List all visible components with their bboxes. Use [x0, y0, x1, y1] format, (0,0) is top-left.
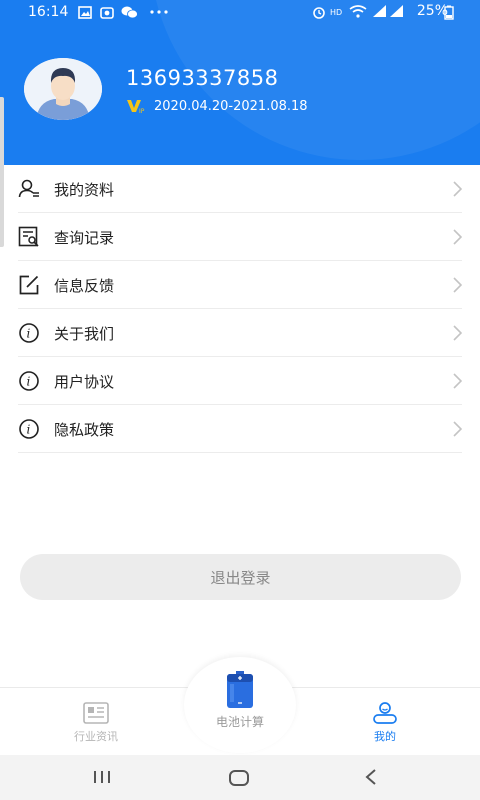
battery-icon [444, 5, 454, 20]
signal-icon [390, 5, 403, 17]
info-icon: i [19, 419, 39, 439]
menu-item-label: 我的资料 [54, 180, 115, 199]
menu-list: 我的资料 查询记录 信息反馈 i 关于我们 i 用户协议 i 隐私政策 [0, 165, 480, 453]
menu-item-label: 用户协议 [54, 372, 115, 391]
more-icon [150, 10, 168, 14]
chevron-right-icon [453, 325, 462, 341]
profile-header: 16:14 HD 25% 13693337858 IP 2020.04.20-2… [0, 0, 480, 165]
tab-label: 我的 [374, 730, 396, 743]
user-icon [373, 702, 397, 724]
signal-icon [373, 5, 386, 17]
phone-number: 13693337858 [126, 66, 279, 90]
tab-label: 电池计算 [215, 715, 264, 729]
tab-battery-calc[interactable]: 电池计算 [184, 657, 296, 753]
menu-item-label: 信息反馈 [54, 276, 115, 295]
chevron-right-icon [453, 373, 462, 389]
vip-info: IP 2020.04.20-2021.08.18 [126, 98, 308, 114]
chevron-right-icon [453, 229, 462, 245]
battery-calc-icon [227, 671, 253, 708]
status-time: 16:14 [28, 4, 69, 20]
avatar[interactable] [24, 58, 102, 120]
info-icon: i [19, 323, 39, 343]
search-record-icon [18, 226, 39, 247]
hd-icon: HD [330, 8, 342, 17]
menu-item-label: 隐私政策 [54, 420, 115, 439]
info-icon: i [19, 371, 39, 391]
tab-news[interactable]: 行业资讯 [36, 688, 156, 756]
tab-mine[interactable]: 我的 [325, 688, 445, 756]
vip-badge-icon: IP [127, 100, 145, 114]
logout-button[interactable]: 退出登录 [20, 554, 461, 600]
status-bar: 16:14 HD 25% [0, 0, 480, 26]
camera-icon [100, 7, 114, 19]
user-avatar-icon [24, 58, 102, 120]
gallery-icon [78, 6, 92, 19]
vip-period: 2020.04.20-2021.08.18 [154, 98, 308, 114]
tab-label: 行业资讯 [74, 730, 118, 743]
svg-text:IP: IP [139, 108, 145, 114]
menu-item-feedback[interactable]: 信息反馈 [0, 261, 480, 309]
menu-item-user-agreement[interactable]: i 用户协议 [0, 357, 480, 405]
back-icon[interactable] [364, 768, 378, 786]
svg-text:i: i [27, 423, 31, 437]
divider [18, 452, 462, 453]
menu-item-query-records[interactable]: 查询记录 [0, 213, 480, 261]
news-icon [83, 702, 109, 724]
feedback-icon [19, 275, 39, 295]
chevron-right-icon [453, 421, 462, 437]
menu-item-about-us[interactable]: i 关于我们 [0, 309, 480, 357]
chevron-right-icon [453, 181, 462, 197]
home-icon[interactable] [228, 769, 250, 787]
wifi-icon [349, 5, 367, 18]
svg-text:i: i [27, 375, 31, 389]
chevron-right-icon [453, 277, 462, 293]
recent-apps-icon[interactable] [92, 769, 112, 785]
menu-item-label: 关于我们 [54, 324, 115, 343]
svg-text:HD: HD [330, 8, 342, 17]
profile-icon [18, 179, 39, 198]
alarm-icon [313, 7, 325, 19]
menu-item-privacy-policy[interactable]: i 隐私政策 [0, 405, 480, 453]
svg-text:i: i [27, 327, 31, 341]
menu-item-profile[interactable]: 我的资料 [0, 165, 480, 213]
wechat-icon [121, 6, 138, 19]
system-nav-bar [0, 755, 480, 800]
menu-item-label: 查询记录 [54, 228, 115, 247]
